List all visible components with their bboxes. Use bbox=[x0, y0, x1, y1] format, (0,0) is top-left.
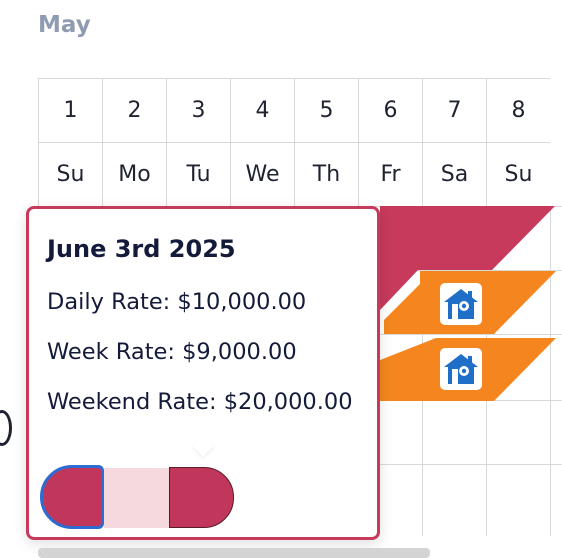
house-icon[interactable] bbox=[440, 283, 482, 325]
tooltip-date: June 3rd 2025 bbox=[47, 235, 236, 263]
weekend-rate: Weekend Rate: $20,000.00 bbox=[47, 389, 353, 415]
selection-start[interactable] bbox=[40, 465, 104, 529]
scrollbar[interactable] bbox=[38, 548, 430, 558]
week-rate: Week Rate: $9,000.00 bbox=[47, 339, 297, 365]
booked-band bbox=[380, 206, 555, 270]
selection-end[interactable] bbox=[169, 467, 234, 528]
daily-rate: Daily Rate: $10,000.00 bbox=[47, 289, 307, 315]
house-icon[interactable] bbox=[440, 348, 482, 390]
tooltip-pointer bbox=[191, 433, 215, 457]
rate-tooltip: June 3rd 2025 Daily Rate: $10,000.00 Wee… bbox=[26, 206, 380, 540]
selection-range[interactable] bbox=[104, 468, 169, 528]
